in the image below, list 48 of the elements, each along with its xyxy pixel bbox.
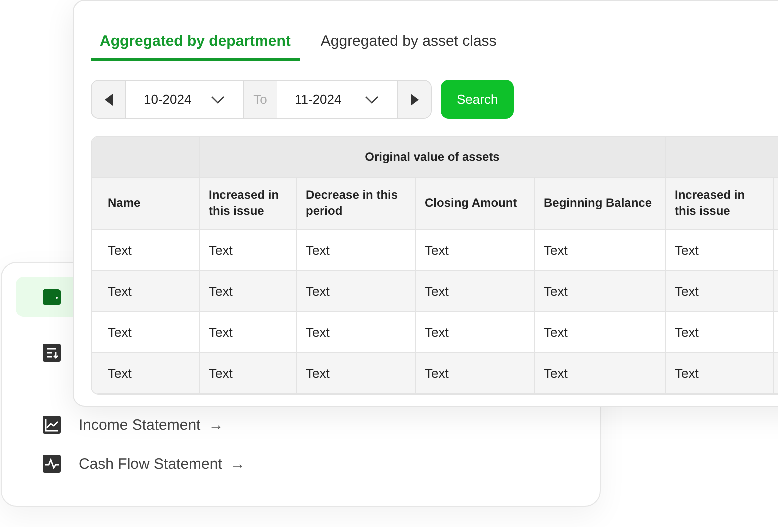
table-cell: Text <box>666 353 774 394</box>
tab[interactable]: Aggregated by department <box>91 31 300 61</box>
table-cell: Text <box>92 271 200 312</box>
tab[interactable]: Aggregated by asset class <box>312 31 506 61</box>
table-cell: Text <box>200 353 297 394</box>
chevron-down-icon <box>211 96 225 104</box>
table-cell: Text <box>200 312 297 353</box>
separator-label: To <box>244 81 277 118</box>
chevron-down-icon <box>365 96 379 104</box>
table-cell: Text <box>535 271 666 312</box>
column-header: Closing Amount <box>416 178 535 230</box>
table-cell: Text <box>200 271 297 312</box>
table-cell: Text <box>416 353 535 394</box>
table-cell: Text <box>92 312 200 353</box>
previous-button[interactable] <box>92 81 125 118</box>
table-cell: Text <box>297 312 416 353</box>
table-cell: Text <box>535 353 666 394</box>
next-button[interactable] <box>398 81 431 118</box>
table-cell: Text <box>92 230 200 271</box>
column-header: Increased in this issue <box>666 178 774 230</box>
table-cell: Text <box>535 312 666 353</box>
table-cell: Text <box>416 230 535 271</box>
nav-item[interactable] <box>16 277 73 317</box>
date-select[interactable]: 10-2024 <box>125 81 244 118</box>
table-cell: Text <box>666 271 774 312</box>
table-cell: Text <box>297 230 416 271</box>
table-cell: Text <box>666 230 774 271</box>
pulse-icon <box>43 455 61 473</box>
table-cell: Text <box>297 353 416 394</box>
column-header: Increased in this issue <box>200 178 297 230</box>
nav-item[interactable]: Income Statement → <box>16 409 236 441</box>
table-cell: Text <box>416 312 535 353</box>
column-header: Name <box>92 178 200 230</box>
table-cell: Text <box>535 230 666 271</box>
triangle-right-icon <box>410 94 418 106</box>
triangle-left-icon <box>104 94 112 106</box>
line-chart-icon <box>43 416 61 434</box>
column-header: Decrease in this period <box>297 178 416 230</box>
column-header: Beginning Balance <box>535 178 666 230</box>
table-cell: Text <box>666 312 774 353</box>
table-cell: Text <box>200 230 297 271</box>
wallet-icon <box>43 289 61 305</box>
sort-list-icon <box>43 344 61 362</box>
table-cell: Text <box>92 353 200 394</box>
table-cell: Text <box>416 271 535 312</box>
nav-item[interactable]: Cash Flow Statement → <box>16 446 258 482</box>
group-header-cell: Original value of assets <box>200 137 666 178</box>
table-cell: Text <box>297 271 416 312</box>
